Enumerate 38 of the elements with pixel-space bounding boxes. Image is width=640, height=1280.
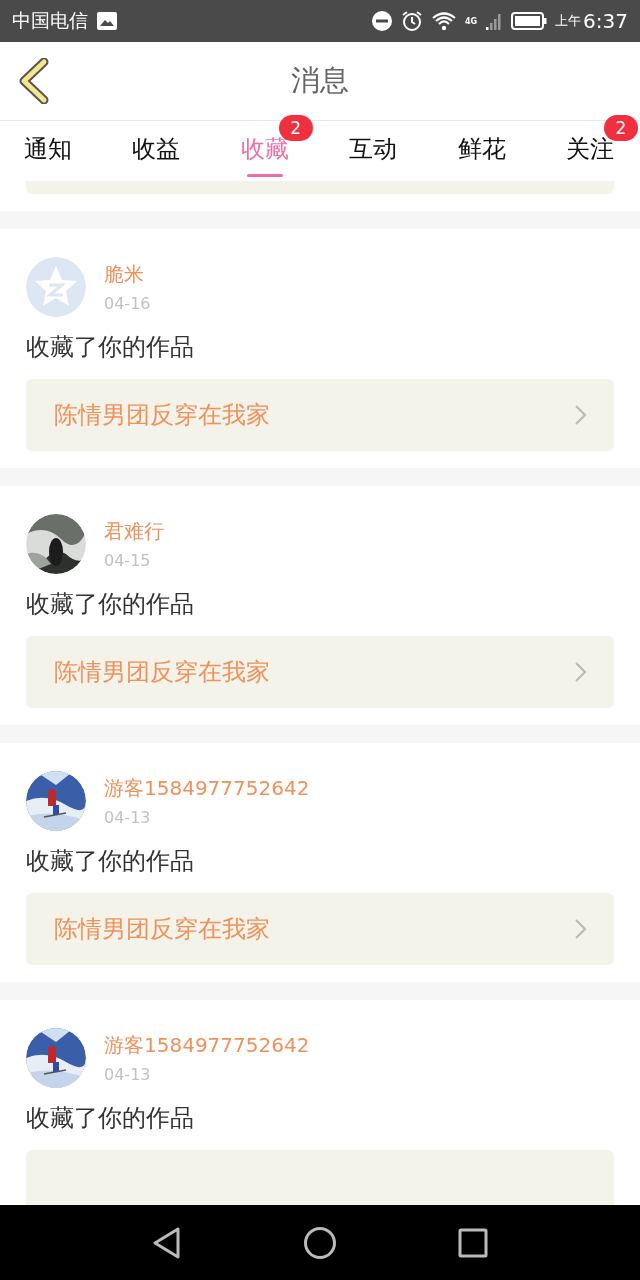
- alarm-icon: [400, 10, 423, 32]
- tab[interactable]: 互动: [349, 121, 398, 181]
- message-date: 04-13: [104, 808, 152, 827]
- message-text: 收藏了你的作品: [26, 589, 195, 620]
- avatar-icon: [26, 257, 86, 317]
- chevron-right-icon: [574, 661, 588, 683]
- user-name[interactable]: 游客1584977752642: [104, 775, 310, 802]
- network-label: 4G: [464, 16, 478, 26]
- message-date: 04-13: [104, 1065, 152, 1084]
- work-title: 陈情男团反穿在我家: [54, 914, 271, 945]
- carrier-name: 中国电信: [12, 8, 88, 33]
- home-icon[interactable]: [303, 1225, 337, 1260]
- work-title: 陈情男团反穿在我家: [54, 657, 271, 688]
- do-not-disturb-icon: [370, 10, 393, 32]
- tab[interactable]: 收益: [132, 121, 181, 181]
- clock-time: 6:37: [583, 9, 628, 33]
- work-card[interactable]: 陈情男团反穿在我家: [26, 379, 614, 451]
- chevron-right-icon: [574, 404, 588, 426]
- message-date: 04-16: [104, 294, 151, 313]
- message-text: 收藏了你的作品: [26, 1103, 195, 1134]
- message-text: 收藏了你的作品: [26, 846, 195, 877]
- tab[interactable]: 通知: [24, 121, 72, 181]
- user-name[interactable]: 游客1584977752642: [104, 1032, 310, 1059]
- time-prefix: 上午: [555, 12, 582, 30]
- signal-icon: [485, 11, 504, 31]
- tab[interactable]: 鲜花: [457, 121, 506, 181]
- work-card[interactable]: 陈情男团反穿在我家: [26, 893, 614, 965]
- wifi-icon: [430, 10, 457, 32]
- work-card[interactable]: 陈情男团反穿在我家: [26, 636, 614, 708]
- user-name[interactable]: 脆米: [104, 261, 151, 288]
- image-icon: [96, 11, 118, 31]
- message-date: 04-15: [104, 551, 152, 570]
- user-name[interactable]: 君难行: [104, 518, 164, 545]
- battery-icon: [511, 11, 548, 31]
- message-text: 收藏了你的作品: [26, 332, 195, 363]
- page-title: 消息: [291, 62, 349, 99]
- work-title: 陈情男团反穿在我家: [54, 400, 271, 431]
- chevron-right-icon: [574, 918, 588, 940]
